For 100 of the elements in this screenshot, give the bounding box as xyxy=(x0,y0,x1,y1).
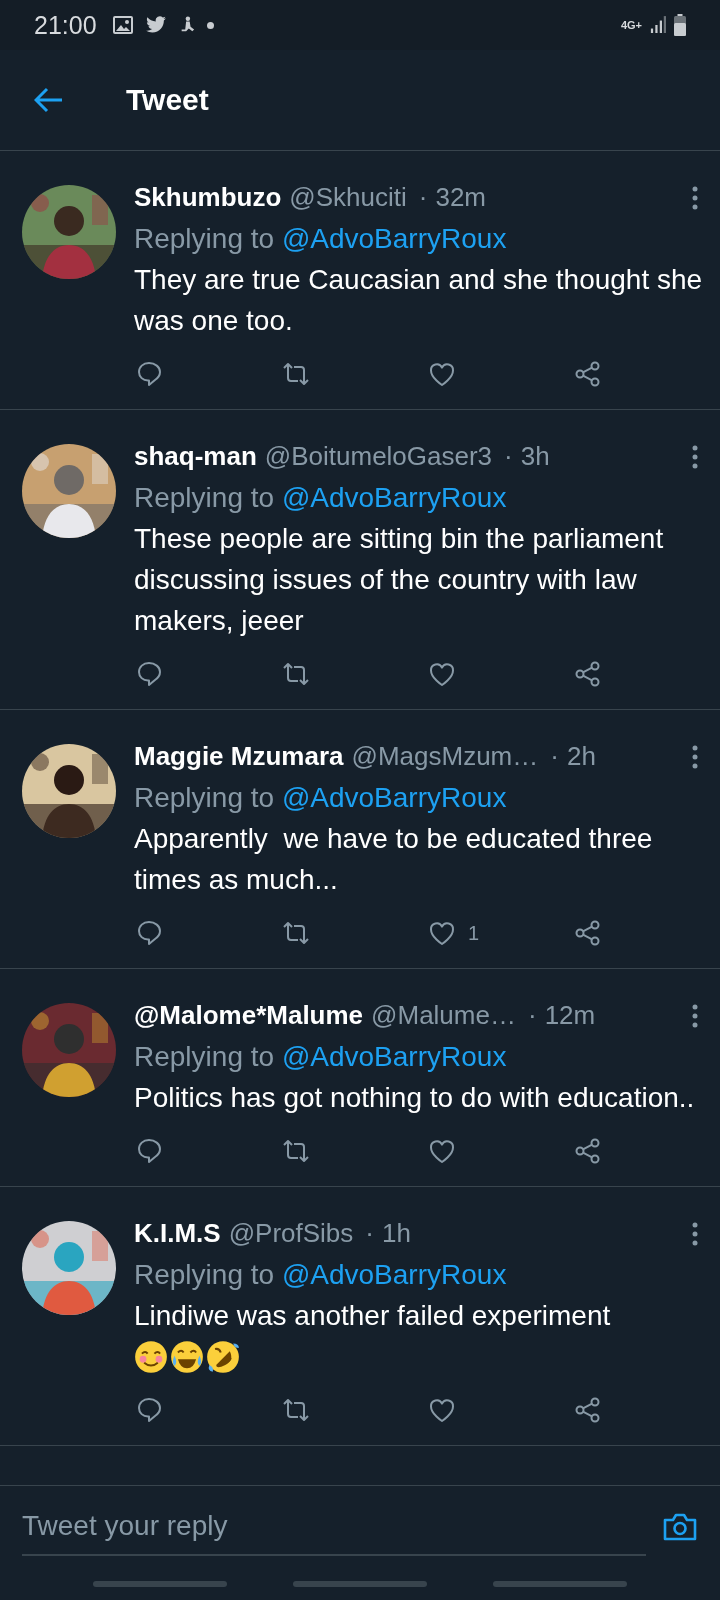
retweet-button[interactable] xyxy=(282,1137,310,1165)
retweet-icon xyxy=(282,360,310,388)
heart-icon xyxy=(428,360,456,388)
reply-button[interactable] xyxy=(136,660,164,688)
heart-icon xyxy=(428,1137,456,1165)
image-icon xyxy=(112,16,133,34)
smiling-face-icon xyxy=(134,1339,168,1374)
heart-button[interactable]: 1 xyxy=(428,919,480,947)
separator-dot: · xyxy=(418,182,428,213)
user-name: Skhumbuzo xyxy=(134,182,282,213)
user-handle: @Skhuciti xyxy=(289,182,407,213)
tweet-time: 32m xyxy=(435,182,487,213)
mention-link[interactable]: @AdvoBarryRoux xyxy=(281,782,507,813)
tweet-text: Lindiwe was another failed experiment xyxy=(134,1299,612,1333)
reply-button[interactable] xyxy=(136,919,164,947)
signal-icon xyxy=(650,16,666,34)
user-name: K.I.M.S xyxy=(134,1218,221,1249)
retweet-icon xyxy=(282,1396,310,1424)
retweet-icon xyxy=(282,1137,310,1165)
retweet-icon xyxy=(282,660,310,688)
reply-icon xyxy=(136,360,164,388)
replying-line: Replying to @AdvoBarryRoux xyxy=(134,1258,508,1292)
like-count: 1 xyxy=(468,921,480,945)
page-title: Tweet xyxy=(126,83,209,117)
user-handle: @Malume… xyxy=(371,1000,516,1031)
share-icon xyxy=(574,1396,602,1424)
share-button[interactable] xyxy=(574,919,602,947)
user-handle: @MagsMzum… xyxy=(351,741,539,772)
dot-icon xyxy=(206,21,214,29)
user-name: Maggie Mzumara xyxy=(134,741,344,772)
user-handle: @BoitumeloGaser3 xyxy=(264,441,493,472)
more-icon xyxy=(692,444,698,469)
reply-icon xyxy=(136,1137,164,1165)
more-icon xyxy=(692,744,698,769)
retweet-button[interactable] xyxy=(282,660,310,688)
user-name: shaq-man xyxy=(134,441,257,472)
retweet-icon xyxy=(282,919,310,947)
more-options-button[interactable] xyxy=(692,744,698,769)
mention-link[interactable]: @AdvoBarryRoux xyxy=(281,1259,507,1290)
network-label: 4G+ xyxy=(620,19,642,31)
reply-button[interactable] xyxy=(136,1137,164,1165)
heart-icon xyxy=(428,919,456,947)
reply-button[interactable] xyxy=(136,1396,164,1424)
camera-icon xyxy=(662,1512,698,1542)
separator-dot: · xyxy=(504,441,513,472)
share-button[interactable] xyxy=(574,1137,602,1165)
tweet-text: Politics has got nothing to do with education.. xyxy=(134,1081,696,1115)
replying-line: Replying to @AdvoBarryRoux xyxy=(134,222,508,256)
reply-button[interactable] xyxy=(136,360,164,388)
reply-icon xyxy=(136,660,164,688)
navigation-handle[interactable] xyxy=(493,1581,627,1587)
navigation-handle[interactable] xyxy=(293,1581,427,1587)
user-name: @Malome*Malume xyxy=(134,1000,364,1031)
replying-line: Replying to @AdvoBarryRoux xyxy=(134,481,508,515)
reply-icon xyxy=(136,1396,164,1424)
more-icon xyxy=(692,1221,698,1246)
navigation-handle[interactable] xyxy=(93,1581,227,1587)
heart-button[interactable] xyxy=(428,660,456,688)
share-icon xyxy=(574,660,602,688)
separator-dot: · xyxy=(550,741,559,772)
replying-line: Replying to @AdvoBarryRoux xyxy=(134,781,508,815)
heart-button[interactable] xyxy=(428,360,456,388)
share-button[interactable] xyxy=(574,1396,602,1424)
tweet-text: Apparently we have to be educated three times as much... xyxy=(134,822,654,897)
tweet-time: 12m xyxy=(544,1000,596,1031)
share-icon xyxy=(574,1137,602,1165)
share-button[interactable] xyxy=(574,360,602,388)
more-options-button[interactable] xyxy=(692,1221,698,1246)
bird-icon xyxy=(144,16,167,34)
more-options-button[interactable] xyxy=(692,1003,698,1028)
tilted-laughing-face-icon xyxy=(206,1339,240,1374)
mention-link[interactable]: @AdvoBarryRoux xyxy=(281,1041,507,1072)
heart-button[interactable] xyxy=(428,1137,456,1165)
tweet-time: 1h xyxy=(382,1218,411,1249)
more-options-button[interactable] xyxy=(692,444,698,469)
separator-dot: · xyxy=(527,1000,537,1031)
replying-line: Replying to @AdvoBarryRoux xyxy=(134,1040,508,1074)
retweet-button[interactable] xyxy=(282,360,310,388)
tweet-text: These people are sitting bin the parliament discussing issues of the country with law makers, jeeer xyxy=(134,522,665,638)
share-icon xyxy=(574,919,602,947)
share-icon xyxy=(574,360,602,388)
reply-field[interactable]: Tweet your reply xyxy=(22,1498,646,1556)
share-button[interactable] xyxy=(574,660,602,688)
tweet-time: 3h xyxy=(520,441,550,472)
tweet-time: 2h xyxy=(566,741,596,772)
retweet-button[interactable] xyxy=(282,919,310,947)
clock-time: 21:00 xyxy=(34,10,97,40)
reply-icon xyxy=(136,919,164,947)
back-arrow-icon xyxy=(34,87,64,113)
battery-icon xyxy=(674,14,686,36)
mention-link[interactable]: @AdvoBarryRoux xyxy=(281,482,507,513)
more-options-button[interactable] xyxy=(692,185,698,210)
heart-button[interactable] xyxy=(428,1396,456,1424)
more-icon xyxy=(692,185,698,210)
heart-icon xyxy=(428,660,456,688)
heart-icon xyxy=(428,1396,456,1424)
more-icon xyxy=(692,1003,698,1028)
mention-link[interactable]: @AdvoBarryRoux xyxy=(281,223,507,254)
laughing-face-icon xyxy=(170,1339,204,1374)
retweet-button[interactable] xyxy=(282,1396,310,1424)
